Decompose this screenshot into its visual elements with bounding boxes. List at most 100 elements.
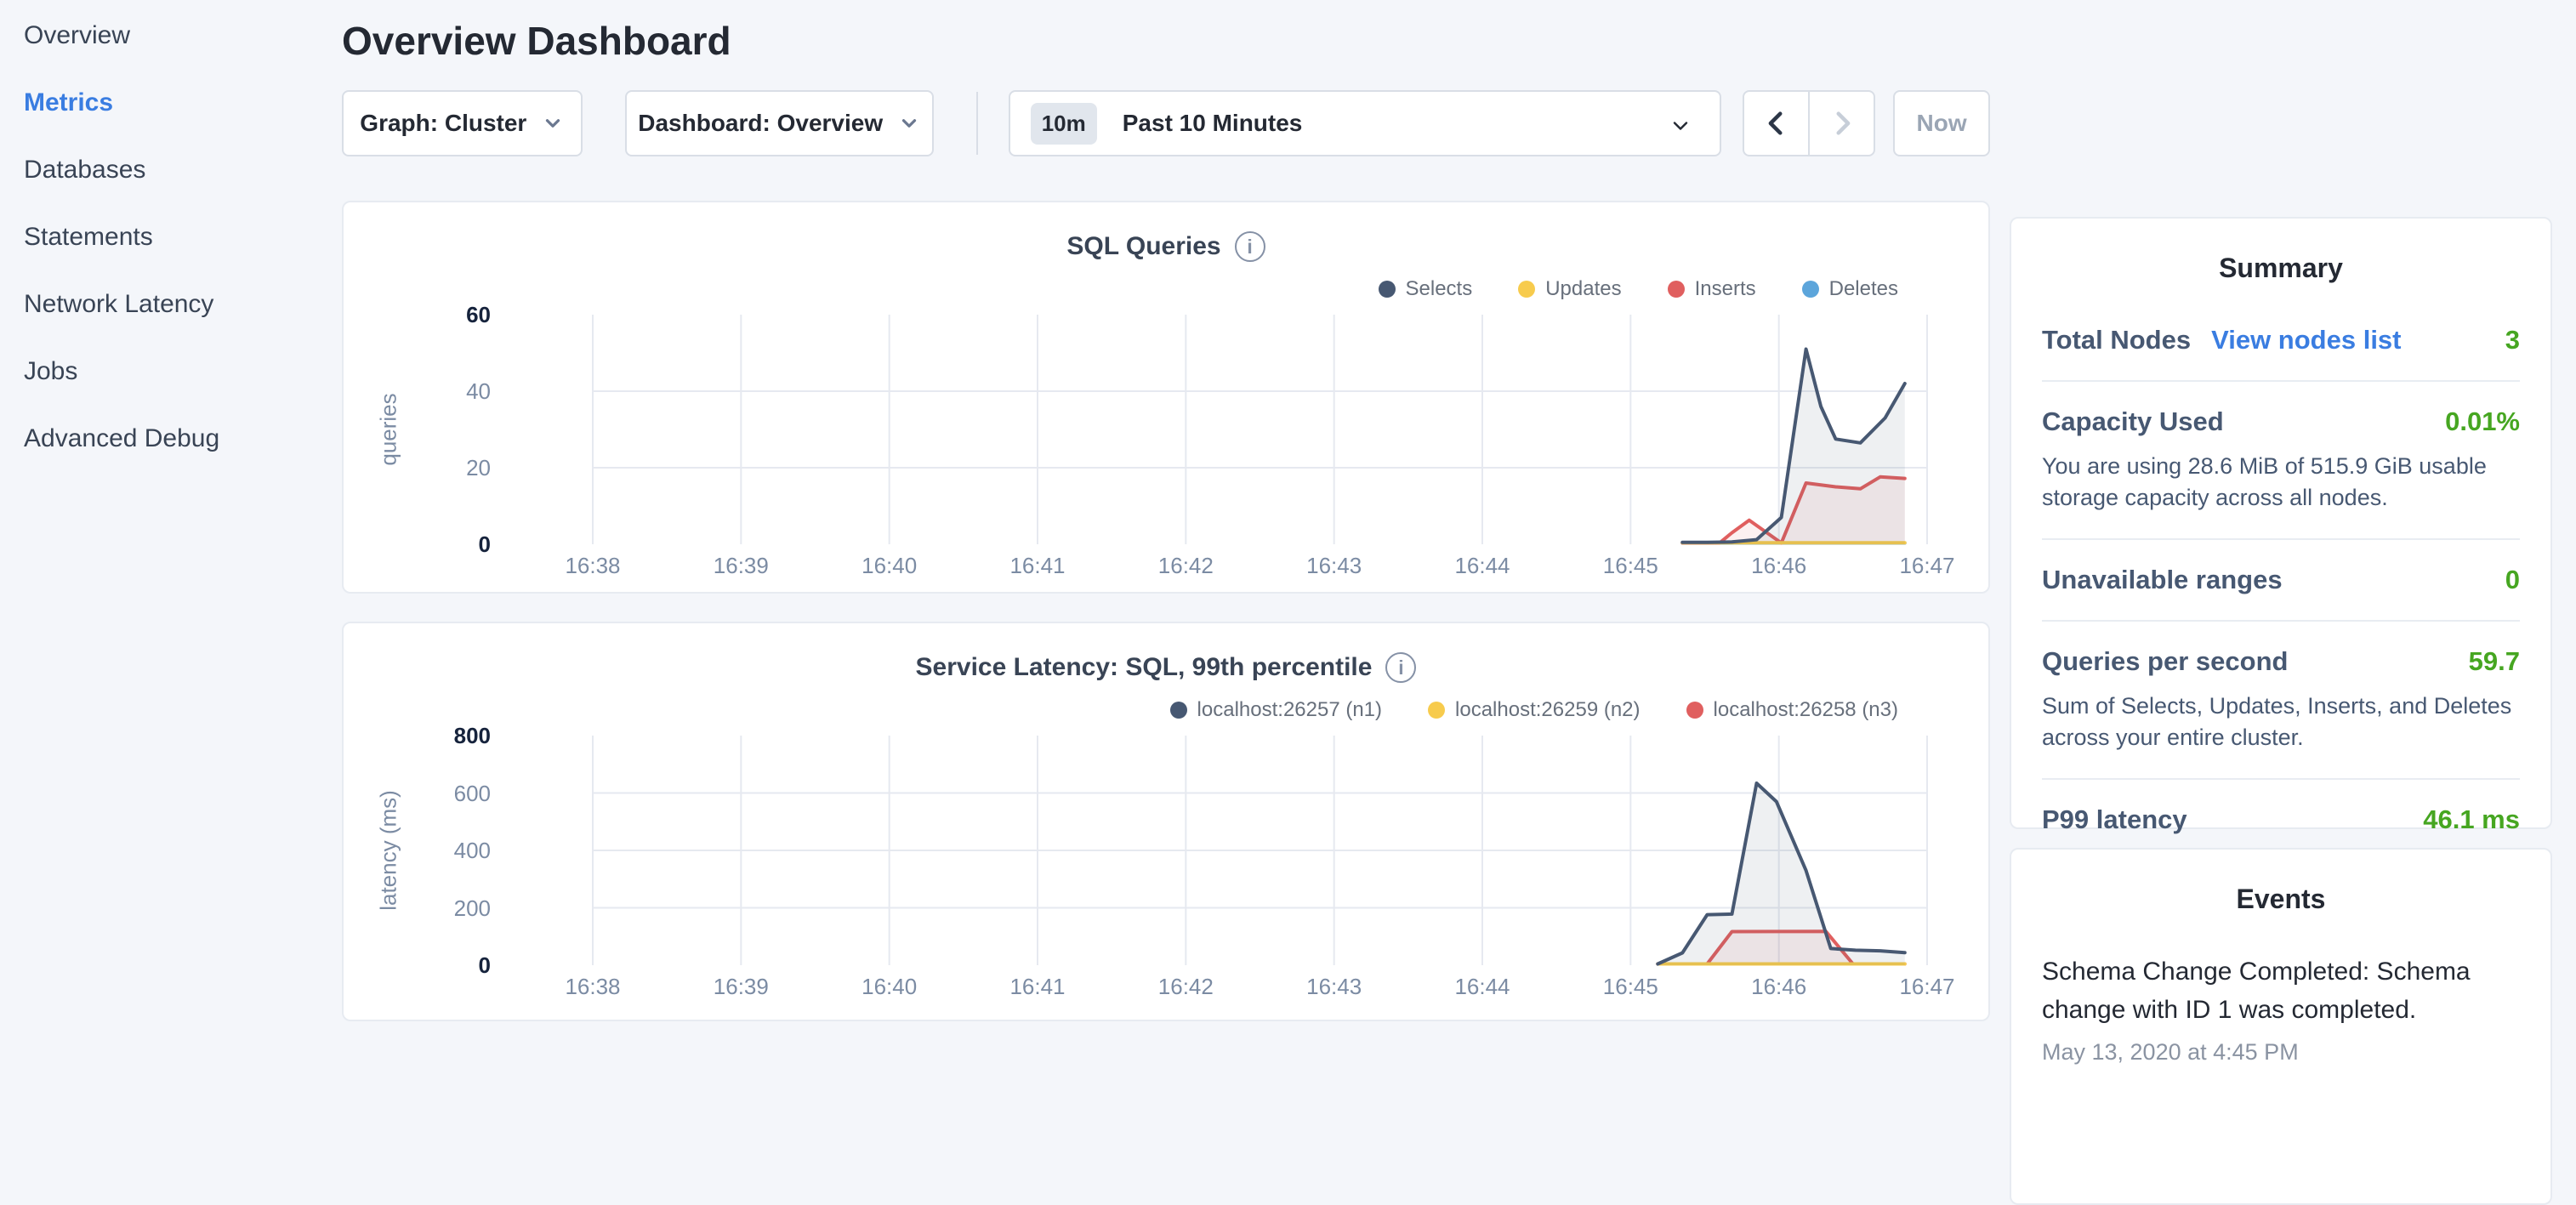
dashboard-dropdown-label: Dashboard: Overview (638, 110, 883, 137)
legend-item-localhost-26257-n1: localhost:26257 (n1) (1170, 698, 1382, 722)
y-tick-label: 0 (344, 952, 491, 979)
summary-row-capacity-used: Capacity Used 0.01% You are using 28.6 MiB… (2042, 406, 2520, 514)
y-tick-label: 800 (344, 722, 491, 749)
x-tick-label: 16:41 (978, 553, 1097, 579)
y-axis-label: queries (376, 393, 402, 465)
sidebar-nav: OverviewMetricsDatabasesStatementsNetwor… (0, 0, 342, 1051)
x-tick-label: 16:47 (1868, 553, 1987, 579)
summary-row-line: Queries per second 59.7 (2042, 646, 2520, 677)
legend-label: Inserts (1695, 277, 1756, 301)
summary-row-value: 0.01% (2445, 406, 2520, 437)
summary-row-label: Capacity Used (2042, 406, 2224, 437)
summary-row-value: 46.1 ms (2423, 804, 2520, 835)
summary-row-line: P99 latency 46.1 ms (2042, 804, 2520, 835)
x-tick-label: 16:47 (1868, 974, 1987, 1000)
legend-dot (1379, 281, 1396, 298)
y-tick-label: 600 (344, 780, 491, 807)
y-tick-label: 200 (344, 895, 491, 922)
main-column: Overview Dashboard Graph: Cluster Dashbo… (342, 0, 1990, 1051)
now-button[interactable]: Now (1893, 90, 1990, 156)
events-list: Schema Change Completed: Schema change w… (2042, 952, 2520, 1066)
summary-divider (2042, 538, 2520, 540)
summary-divider (2042, 778, 2520, 780)
summary-row-label: Unavailable ranges (2042, 565, 2283, 595)
summary-row-value: 3 (2505, 325, 2520, 355)
chart-legend: localhost:26257 (n1) localhost:26259 (n2)… (1170, 698, 1898, 722)
time-range-selector[interactable]: 10m Past 10 Minutes (1009, 90, 1721, 156)
summary-row-p99-latency: P99 latency 46.1 ms (2042, 804, 2520, 835)
chart-plot-area[interactable] (593, 736, 1927, 965)
summary-title: Summary (2042, 253, 2520, 284)
summary-row-unavailable-ranges: Unavailable ranges 0 (2042, 565, 2520, 595)
event-timestamp: May 13, 2020 at 4:45 PM (2042, 1039, 2520, 1066)
x-tick-label: 16:40 (830, 553, 949, 579)
summary-row-value: 59.7 (2469, 646, 2520, 677)
x-tick-label: 16:46 (1720, 974, 1839, 1000)
sidebar-item-advanced-debug[interactable]: Advanced Debug (0, 405, 342, 472)
toolbar: Graph: Cluster Dashboard: Overview 10m P… (342, 90, 1990, 156)
chart-title: Service Latency: SQL, 99th percentile (916, 653, 1373, 682)
summary-row-line: Total NodesView nodes list3 (2042, 325, 2520, 355)
chart-legend: SelectsUpdatesInsertsDeletes (1379, 277, 1899, 301)
summary-divider (2042, 620, 2520, 622)
event-item[interactable]: Schema Change Completed: Schema change w… (2042, 952, 2520, 1066)
legend-dot (1802, 281, 1819, 298)
legend-dot (1686, 702, 1703, 719)
summary-row-label: Queries per second (2042, 646, 2288, 677)
right-column: Summary Total NodesView nodes list3Capac… (2010, 217, 2552, 1051)
y-tick-label: 60 (344, 301, 491, 328)
summary-row-label: P99 latency (2042, 804, 2187, 835)
info-icon[interactable]: i (1235, 231, 1265, 262)
y-tick-label: 0 (344, 531, 491, 558)
y-tick-label: 400 (344, 837, 491, 864)
step-back-button[interactable] (1744, 92, 1808, 155)
step-forward-button[interactable] (1810, 92, 1874, 155)
legend-item-deletes: Deletes (1802, 277, 1898, 301)
x-tick-label: 16:43 (1275, 974, 1394, 1000)
events-title: Events (2042, 884, 2520, 915)
sidebar-item-overview[interactable]: Overview (0, 2, 342, 69)
sidebar-item-statements[interactable]: Statements (0, 203, 342, 270)
sidebar-item-jobs[interactable]: Jobs (0, 338, 342, 405)
view-nodes-link[interactable]: View nodes list (2211, 325, 2401, 355)
legend-label: localhost:26257 (n1) (1197, 698, 1382, 722)
events-panel: Events Schema Change Completed: Schema c… (2010, 848, 2552, 1205)
legend-item-localhost-26259-n2: localhost:26259 (n2) (1428, 698, 1640, 722)
summary-row-description: You are using 28.6 MiB of 515.9 GiB usab… (2042, 451, 2520, 514)
chevron-down-icon (542, 112, 564, 134)
legend-dot (1668, 281, 1685, 298)
graph-dropdown[interactable]: Graph: Cluster (342, 90, 583, 156)
x-tick-label: 16:38 (533, 974, 652, 1000)
time-range-label: Past 10 Minutes (1123, 110, 1303, 137)
dashboard-dropdown[interactable]: Dashboard: Overview (625, 90, 934, 156)
x-tick-label: 16:44 (1423, 553, 1542, 579)
chevron-down-icon (898, 112, 920, 134)
x-tick-label: 16:40 (830, 974, 949, 1000)
summary-row-value: 0 (2505, 565, 2520, 595)
app-root: OverviewMetricsDatabasesStatementsNetwor… (0, 0, 2576, 1051)
summary-row-line: Unavailable ranges 0 (2042, 565, 2520, 595)
summary-row-queries-per-second: Queries per second59.7Sum of Selects, Up… (2042, 646, 2520, 753)
time-range-badge: 10m (1031, 103, 1097, 145)
sql-queries-chart-card: SQL Queries i SelectsUpdatesInsertsDelet… (342, 201, 1990, 594)
legend-dot (1518, 281, 1535, 298)
sidebar-item-network-latency[interactable]: Network Latency (0, 270, 342, 338)
legend-item-selects: Selects (1379, 277, 1473, 301)
sidebar-item-databases[interactable]: Databases (0, 136, 342, 203)
page-title: Overview Dashboard (342, 17, 1990, 65)
x-tick-label: 16:44 (1423, 974, 1542, 1000)
sidebar-item-metrics[interactable]: Metrics (0, 69, 342, 136)
y-tick-label: 20 (344, 454, 491, 481)
x-tick-label: 16:42 (1126, 553, 1245, 579)
event-text: Schema Change Completed: Schema change w… (2042, 952, 2520, 1029)
legend-dot (1428, 702, 1445, 719)
chart-cards: SQL Queries i SelectsUpdatesInsertsDelet… (342, 201, 1990, 1021)
legend-item-inserts: Inserts (1668, 277, 1756, 301)
legend-label: localhost:26259 (n2) (1455, 698, 1640, 722)
legend-label: localhost:26258 (n3) (1714, 698, 1898, 722)
legend-item-localhost-26258-n3: localhost:26258 (n3) (1686, 698, 1898, 722)
legend-label: Selects (1406, 277, 1473, 301)
info-icon[interactable]: i (1385, 652, 1416, 683)
chart-plot-area[interactable] (593, 315, 1927, 544)
y-axis-label: latency (ms) (376, 790, 402, 911)
